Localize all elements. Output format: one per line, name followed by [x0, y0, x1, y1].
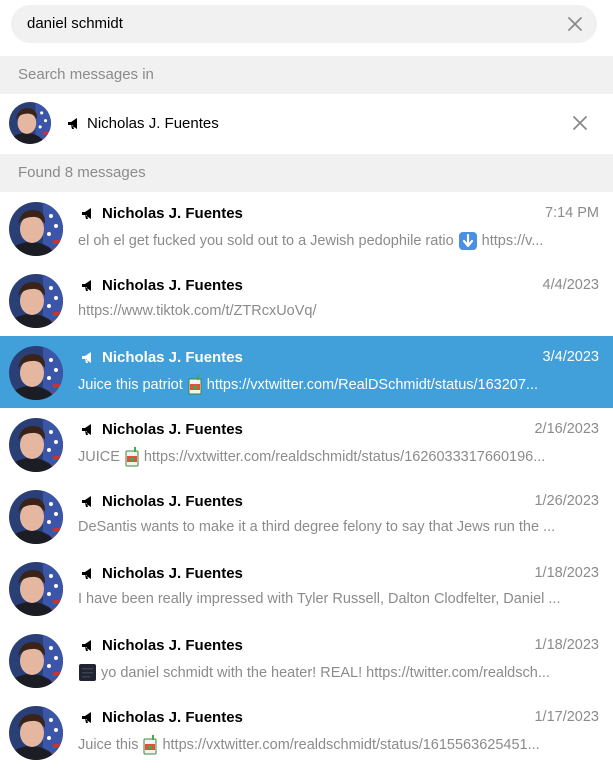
- result-text-continued: https://v...: [481, 233, 544, 249]
- result-sender-name: Nicholas J. Fuentes: [102, 709, 243, 726]
- search-scope-header: Search messages in: [0, 56, 613, 94]
- result-sender-name: Nicholas J. Fuentes: [102, 493, 243, 510]
- result-text-continued: https://vxtwitter.com/RealDSchmidt/statu…: [206, 377, 539, 393]
- avatar: [9, 562, 63, 616]
- result-sender: Nicholas J. Fuentes: [81, 421, 243, 438]
- down-arrow-icon: [458, 232, 477, 250]
- result-snippet: Juice this patriot https://vxtwitter.com…: [78, 375, 598, 395]
- clear-search-icon[interactable]: [565, 14, 585, 34]
- result-snippet: https://www.tiktok.com/t/ZTRcxUoVq/: [78, 303, 598, 319]
- megaphone-icon: [68, 118, 77, 129]
- result-sender: Nicholas J. Fuentes: [81, 637, 243, 654]
- result-snippet: el oh el get fucked you sold out to a Je…: [78, 231, 598, 251]
- juice-box-icon: [143, 735, 157, 755]
- avatar: [9, 346, 63, 400]
- avatar: [9, 418, 63, 472]
- search-scope-label: Search messages in: [18, 66, 154, 83]
- megaphone-icon: [82, 640, 91, 651]
- megaphone-icon: [82, 712, 91, 723]
- search-result-item[interactable]: Nicholas J. Fuentes 1/26/2023 DeSantis wan…: [0, 480, 613, 552]
- result-date: 4/4/2023: [542, 277, 599, 293]
- search-result-item[interactable]: Nicholas J. Fuentes 3/4/2023 Juice this pa…: [0, 336, 613, 408]
- scope-chat-name: Nicholas J. Fuentes: [87, 115, 219, 132]
- result-snippet: Juice this https://vxtwitter.com/realdsc…: [78, 735, 598, 755]
- search-result-item[interactable]: Nicholas J. Fuentes 4/4/2023 https://www.t…: [0, 264, 613, 336]
- search-scope-chat[interactable]: Nicholas J. Fuentes: [0, 94, 613, 154]
- result-date: 1/17/2023: [534, 709, 599, 725]
- result-text: Juice this patriot: [78, 377, 183, 393]
- search-bar: daniel schmidt: [0, 0, 613, 56]
- result-date: 2/16/2023: [534, 421, 599, 437]
- result-date: 7:14 PM: [545, 205, 599, 221]
- results-header: Found 8 messages: [0, 154, 613, 192]
- result-text: JUICE: [78, 449, 120, 465]
- avatar: [9, 274, 63, 328]
- result-text: I have been really impressed with Tyler …: [78, 591, 561, 607]
- megaphone-icon: [82, 424, 91, 435]
- result-text: https://www.tiktok.com/t/ZTRcxUoVq/: [78, 303, 317, 319]
- results-count: Found 8 messages: [18, 164, 146, 181]
- result-sender-name: Nicholas J. Fuentes: [102, 349, 243, 366]
- result-date: 1/18/2023: [534, 565, 599, 581]
- result-date: 1/26/2023: [534, 493, 599, 509]
- avatar: [9, 202, 63, 256]
- search-result-item[interactable]: Nicholas J. Fuentes 1/18/2023 I have been …: [0, 552, 613, 624]
- result-sender-name: Nicholas J. Fuentes: [102, 637, 243, 654]
- avatar: [9, 634, 63, 688]
- dark-square-icon: [79, 664, 96, 681]
- search-result-item[interactable]: Nicholas J. Fuentes 1/18/2023 yo daniel sc…: [0, 624, 613, 696]
- result-sender-name: Nicholas J. Fuentes: [102, 205, 243, 222]
- search-input[interactable]: daniel schmidt: [11, 5, 597, 43]
- juice-box-icon: [125, 447, 139, 467]
- result-sender-name: Nicholas J. Fuentes: [102, 421, 243, 438]
- result-sender: Nicholas J. Fuentes: [81, 493, 243, 510]
- result-text: el oh el get fucked you sold out to a Je…: [78, 233, 454, 249]
- megaphone-icon: [82, 352, 91, 363]
- search-result-item[interactable]: Nicholas J. Fuentes 1/17/2023 Juice this h…: [0, 696, 613, 768]
- result-sender-name: Nicholas J. Fuentes: [102, 277, 243, 294]
- avatar: [9, 102, 51, 144]
- megaphone-icon: [82, 208, 91, 219]
- avatar: [9, 490, 63, 544]
- result-date: 3/4/2023: [542, 349, 599, 365]
- megaphone-icon: [82, 280, 91, 291]
- juice-box-icon: [188, 375, 202, 395]
- result-snippet: I have been really impressed with Tyler …: [78, 591, 598, 607]
- result-snippet: JUICE https://vxtwitter.com/realdschmidt…: [78, 447, 598, 467]
- close-icon[interactable]: [571, 114, 589, 132]
- avatar: [9, 706, 63, 760]
- search-query: daniel schmidt: [27, 15, 123, 32]
- result-text: yo daniel schmidt with the heater! REAL!…: [101, 664, 550, 681]
- result-text-continued: https://vxtwitter.com/realdschmidt/statu…: [162, 737, 540, 753]
- megaphone-icon: [82, 496, 91, 507]
- result-sender-name: Nicholas J. Fuentes: [102, 565, 243, 582]
- scope-chat-name-wrap: Nicholas J. Fuentes: [67, 115, 219, 132]
- result-date: 1/18/2023: [534, 637, 599, 653]
- result-sender: Nicholas J. Fuentes: [81, 277, 243, 294]
- result-sender: Nicholas J. Fuentes: [81, 709, 243, 726]
- result-snippet: yo daniel schmidt with the heater! REAL!…: [78, 663, 598, 682]
- megaphone-icon: [82, 568, 91, 579]
- result-text: DeSantis wants to make it a third degree…: [78, 519, 556, 535]
- result-sender: Nicholas J. Fuentes: [81, 205, 243, 222]
- result-sender: Nicholas J. Fuentes: [81, 349, 243, 366]
- result-text-continued: https://vxtwitter.com/realdschmidt/statu…: [143, 449, 546, 465]
- result-text: Juice this: [78, 737, 139, 753]
- search-result-item[interactable]: Nicholas J. Fuentes 7:14 PM el oh el get f…: [0, 192, 613, 264]
- result-snippet: DeSantis wants to make it a third degree…: [78, 519, 598, 535]
- search-result-item[interactable]: Nicholas J. Fuentes 2/16/2023 JUICE https:…: [0, 408, 613, 480]
- result-sender: Nicholas J. Fuentes: [81, 565, 243, 582]
